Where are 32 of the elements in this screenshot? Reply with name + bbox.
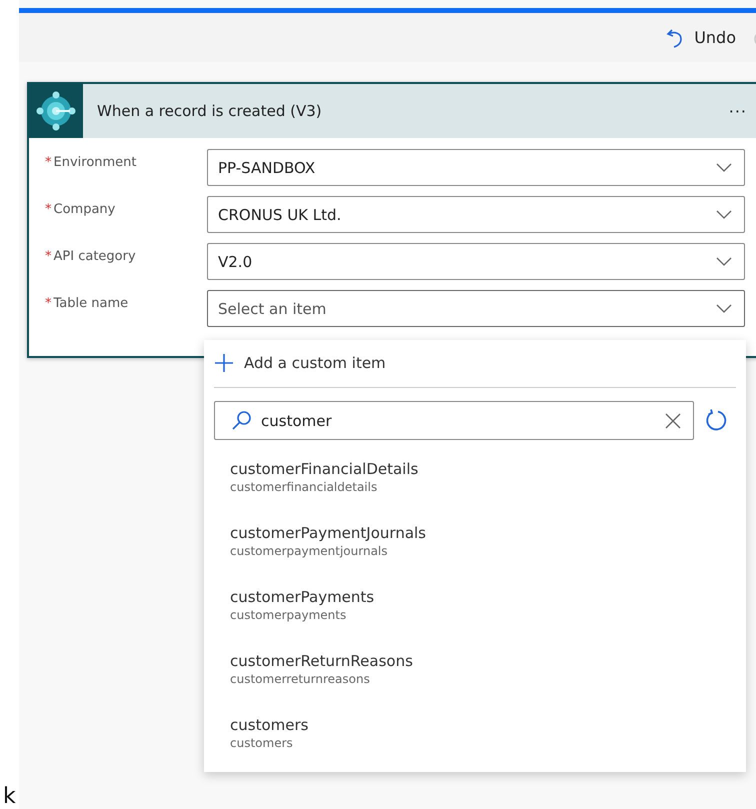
chevron-down-icon: [716, 210, 732, 220]
required-asterisk: *: [45, 202, 52, 217]
text-fragment: k: [3, 785, 16, 809]
dropdown-field[interactable]: PP-SANDBOX: [207, 149, 745, 186]
dropdown-field[interactable]: CRONUS UK Ltd.: [207, 196, 745, 233]
refresh-icon[interactable]: [704, 408, 728, 432]
dropdown-option[interactable]: customerPayments customerpayments: [214, 588, 736, 652]
clear-icon[interactable]: [665, 412, 681, 428]
dropdown-field[interactable]: Select an item: [207, 290, 745, 327]
dropdown-option[interactable]: customerFinancialDetails customerfinancialdetails: [214, 460, 736, 524]
field-label: API category: [54, 249, 136, 264]
field-label: Table name: [54, 296, 128, 311]
chevron-down-icon: [716, 304, 732, 314]
field-label: Environment: [54, 155, 137, 170]
more-options-button[interactable]: ···: [728, 102, 747, 120]
search-field[interactable]: customer: [214, 401, 694, 440]
chevron-down-icon: [716, 256, 732, 266]
required-asterisk: *: [45, 155, 52, 170]
dropdown-option[interactable]: customerReturnReasons customerreturnreasons: [214, 652, 736, 716]
dropdown-option[interactable]: customerPaymentJournals customerpaymentjournals: [214, 524, 736, 588]
field-label: Company: [54, 202, 116, 217]
chevron-down-icon: [716, 162, 732, 172]
undo-icon: [666, 28, 684, 48]
dropdown-option[interactable]: customers customers: [214, 716, 736, 780]
undo-button[interactable]: Undo: [666, 28, 736, 48]
required-asterisk: *: [45, 296, 52, 311]
add-custom-item-button[interactable]: Add a custom item: [214, 340, 386, 374]
dropdown-field[interactable]: V2.0: [207, 243, 745, 280]
plus-icon: [214, 353, 234, 373]
card-title: When a record is created (V3): [96, 102, 323, 120]
required-asterisk: *: [45, 249, 52, 264]
search-icon: [231, 410, 253, 432]
